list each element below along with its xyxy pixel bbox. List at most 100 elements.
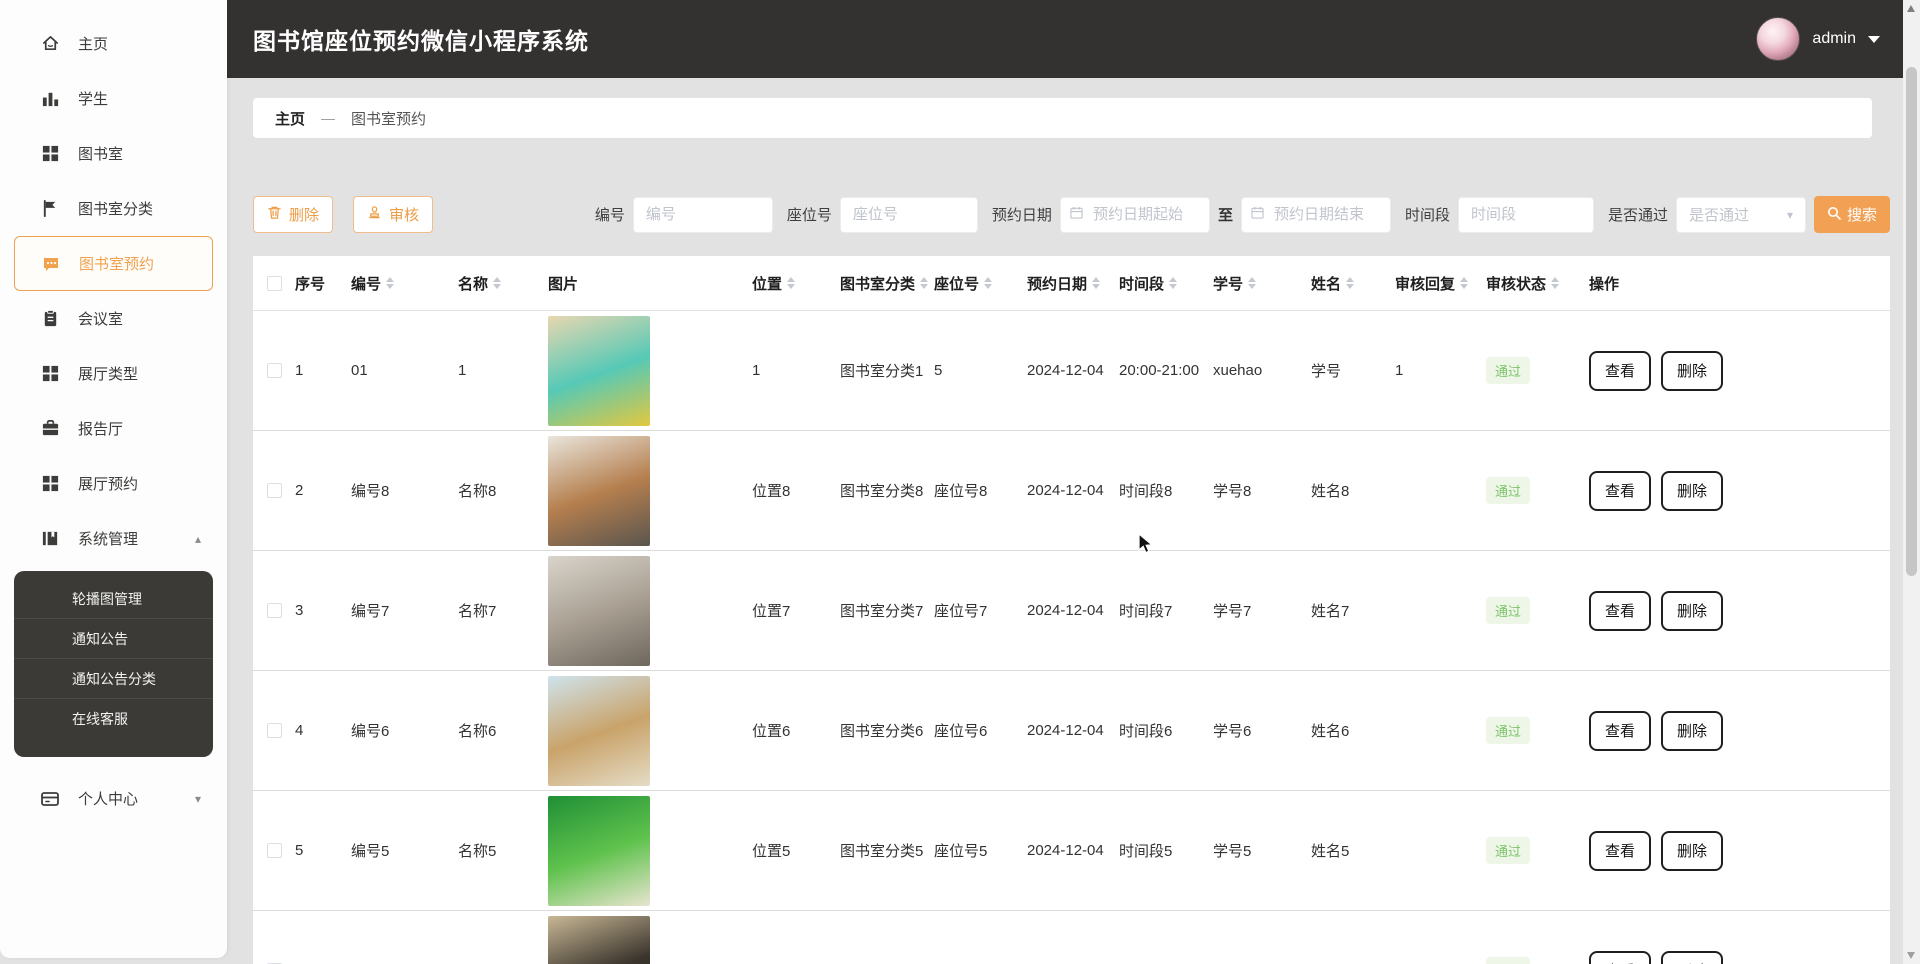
sort-icon (920, 277, 928, 289)
delete-row-button[interactable]: 删除 (1661, 471, 1723, 511)
cell-slot: 时间段7 (1119, 600, 1213, 621)
view-button[interactable]: 查看 (1589, 711, 1651, 751)
row-checkbox[interactable] (267, 363, 282, 378)
cell-location: 1 (752, 362, 840, 379)
view-button[interactable]: 查看 (1589, 591, 1651, 631)
trash-icon (267, 205, 282, 224)
row-checkbox[interactable] (267, 483, 282, 498)
sidebar-item-personal-center[interactable]: 个人中心 ▾ (0, 771, 227, 826)
sidebar-item-library-reservation[interactable]: 图书室预约 (14, 236, 213, 291)
vertical-scrollbar[interactable] (1903, 0, 1920, 964)
cell-code: 01 (351, 362, 458, 379)
column-header-student-name[interactable]: 姓名 (1311, 273, 1395, 294)
column-header-name[interactable]: 名称 (458, 273, 548, 294)
sidebar-item-library[interactable]: 图书室 (0, 126, 227, 181)
status-badge: 通过 (1486, 357, 1530, 384)
column-header-date[interactable]: 预约日期 (1027, 273, 1119, 294)
sidebar-item-students[interactable]: 学生 (0, 71, 227, 126)
view-button[interactable]: 查看 (1589, 351, 1651, 391)
status-badge: 通过 (1486, 717, 1530, 744)
top-header: 图书馆座位预约微信小程序系统 admin (227, 0, 1920, 78)
sidebar-item-label: 报告厅 (78, 418, 123, 439)
column-header-location[interactable]: 位置 (752, 273, 840, 294)
table-row: 通过 查看 删除 (253, 911, 1890, 964)
stamp-icon (367, 205, 382, 224)
sidebar-item-library-category[interactable]: 图书室分类 (0, 181, 227, 236)
cell-student-name: 学号 (1311, 360, 1395, 381)
view-button[interactable]: 查看 (1589, 951, 1651, 964)
submenu-item-notice[interactable]: 通知公告 (14, 619, 213, 659)
card-icon (40, 789, 60, 809)
table-row: 3 编号7 名称7 位置7 图书室分类7 座位号7 2024-12-04 时间段… (253, 551, 1890, 671)
sidebar-item-system-management[interactable]: 系统管理 ▴ (0, 511, 227, 566)
sidebar-item-hall-type[interactable]: 展厅类型 (0, 346, 227, 401)
column-header-seat[interactable]: 座位号 (934, 273, 1027, 294)
select-all-checkbox[interactable] (267, 276, 282, 291)
batch-delete-button[interactable]: 删除 (253, 196, 333, 233)
delete-row-button[interactable]: 删除 (1661, 711, 1723, 751)
submenu-item-carousel[interactable]: 轮播图管理 (14, 579, 213, 619)
book-icon (40, 529, 60, 549)
content-area: 主页 — 图书室预约 删除 审核 编号 座位号 (227, 78, 1920, 964)
column-header-student-no[interactable]: 学号 (1213, 273, 1311, 294)
column-header-slot[interactable]: 时间段 (1119, 273, 1213, 294)
sidebar-item-meeting-room[interactable]: 会议室 (0, 291, 227, 346)
cell-student-no: 学号7 (1213, 600, 1311, 621)
cell-name: 名称5 (458, 840, 548, 861)
review-button[interactable]: 审核 (353, 196, 433, 233)
column-header-status[interactable]: 审核状态 (1486, 273, 1589, 294)
sidebar-item-lecture-hall[interactable]: 报告厅 (0, 401, 227, 456)
cell-name: 名称7 (458, 600, 548, 621)
cell-date: 2024-12-04 (1027, 602, 1119, 619)
main-area: 图书馆座位预约微信小程序系统 admin 主页 — 图书室预约 删除 (227, 0, 1920, 964)
filter-slot-label: 时间段 (1405, 204, 1450, 225)
sidebar-item-label: 主页 (78, 33, 108, 54)
submenu-item-notice-category[interactable]: 通知公告分类 (14, 659, 213, 699)
table-row: 4 编号6 名称6 位置6 图书室分类6 座位号6 2024-12-04 时间段… (253, 671, 1890, 791)
scrollbar-down-arrow-icon[interactable] (1907, 952, 1915, 959)
row-checkbox[interactable] (267, 843, 282, 858)
submenu-item-online-service[interactable]: 在线客服 (14, 699, 213, 739)
cell-code: 编号5 (351, 840, 458, 861)
column-header-category[interactable]: 图书室分类 (840, 273, 934, 294)
cell-category: 图书室分类7 (840, 600, 934, 621)
user-menu-caret-icon (1868, 36, 1880, 43)
slot-input[interactable] (1458, 197, 1594, 233)
calendar-icon (1251, 206, 1264, 224)
view-button[interactable]: 查看 (1589, 471, 1651, 511)
pass-select[interactable]: 是否通过 ▾ (1676, 197, 1806, 233)
code-input[interactable] (633, 197, 773, 233)
delete-row-button[interactable]: 删除 (1661, 591, 1723, 631)
sidebar-item-home[interactable]: 主页 (0, 16, 227, 71)
cell-category: 图书室分类1 (840, 360, 934, 381)
sort-icon (1092, 277, 1100, 289)
delete-row-button[interactable]: 删除 (1661, 351, 1723, 391)
delete-row-button[interactable]: 删除 (1661, 831, 1723, 871)
row-checkbox[interactable] (267, 723, 282, 738)
cell-slot: 时间段8 (1119, 480, 1213, 501)
filter-toolbar: 删除 审核 编号 座位号 预约日期 至 (253, 196, 1890, 233)
chevron-down-icon: ▾ (1787, 208, 1793, 222)
sort-icon (1248, 277, 1256, 289)
column-header-code[interactable]: 编号 (351, 273, 458, 294)
sidebar-item-hall-reservation[interactable]: 展厅预约 (0, 456, 227, 511)
sidebar-item-label: 展厅预约 (78, 473, 138, 494)
cell-location: 位置7 (752, 600, 840, 621)
scrollbar-up-arrow-icon[interactable] (1907, 5, 1915, 12)
bar-chart-icon (40, 89, 60, 109)
user-menu[interactable]: admin (1756, 17, 1880, 61)
view-button[interactable]: 查看 (1589, 831, 1651, 871)
scrollbar-thumb[interactable] (1906, 67, 1917, 576)
sort-icon (386, 277, 394, 289)
table-body: 1 01 1 1 图书室分类1 5 2024-12-04 20:00-21:00… (253, 311, 1890, 964)
row-checkbox[interactable] (267, 603, 282, 618)
cell-name: 名称8 (458, 480, 548, 501)
sidebar-item-label: 会议室 (78, 308, 123, 329)
column-header-reply[interactable]: 审核回复 (1395, 273, 1486, 294)
cell-index: 1 (295, 362, 351, 379)
breadcrumb-home[interactable]: 主页 (275, 108, 305, 129)
seat-input[interactable] (840, 197, 978, 233)
filter-code-label: 编号 (595, 204, 625, 225)
delete-row-button[interactable]: 删除 (1661, 951, 1723, 964)
search-button[interactable]: 搜索 (1814, 196, 1890, 233)
